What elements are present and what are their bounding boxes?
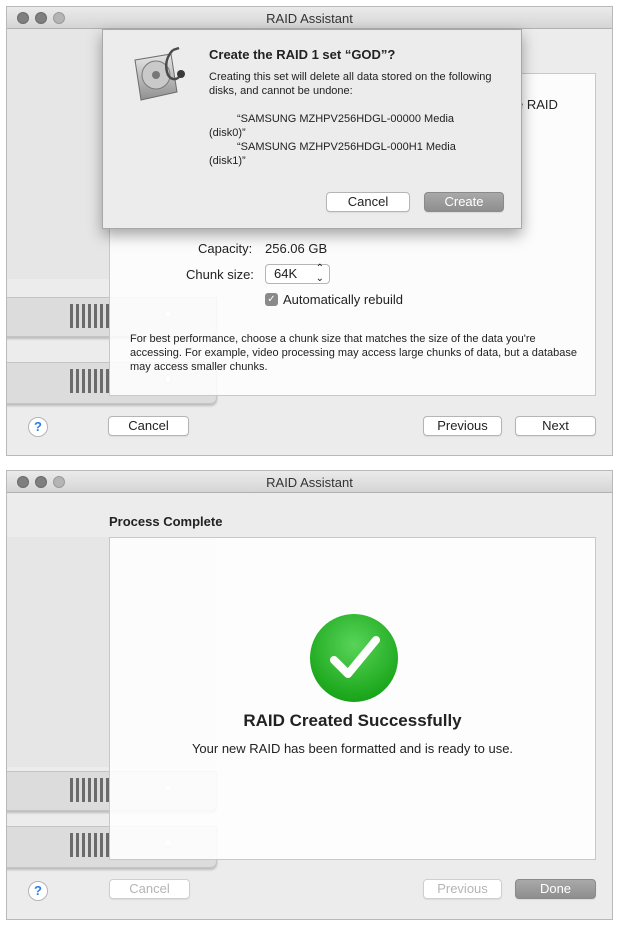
chevron-updown-icon: ⌃ ⌄	[315, 263, 324, 284]
create-button[interactable]: Create	[424, 192, 504, 212]
auto-rebuild-checkbox[interactable]: ✓	[265, 293, 278, 306]
help-button[interactable]: ?	[28, 417, 48, 437]
raid-assistant-window-2: RAID Assistant Process Complete RAID Cre…	[6, 470, 613, 920]
drive-vents	[70, 304, 112, 328]
result-panel: RAID Created Successfully Your new RAID …	[109, 537, 596, 860]
title-bar: RAID Assistant	[7, 7, 612, 29]
done-button[interactable]: Done	[515, 879, 596, 899]
cancel-button[interactable]: Cancel	[108, 416, 189, 436]
title-bar: RAID Assistant	[7, 471, 612, 493]
raid-assistant-window-1: RAID Assistant e RAID Capacity: 256.06 G…	[6, 6, 613, 456]
previous-button[interactable]: Previous	[423, 416, 502, 436]
disk-utility-icon	[134, 46, 185, 101]
disk0-name: “SAMSUNG MZHPV256HDGL-00000 Media	[237, 113, 455, 125]
sheet-message: Creating this set will delete all data s…	[209, 71, 492, 97]
chunk-size-label: Chunk size:	[186, 267, 254, 282]
chunk-size-value: 64K	[274, 266, 298, 281]
window-title: RAID Assistant	[266, 11, 353, 26]
drive-vents	[70, 778, 112, 802]
drive-vents	[70, 833, 112, 857]
drive-vents	[70, 369, 112, 393]
previous-button[interactable]: Previous	[423, 879, 502, 899]
create-raid-confirmation-sheet: Create the RAID 1 set “GOD”? Creating th…	[102, 29, 522, 229]
capacity-label: Capacity:	[198, 241, 253, 256]
sheet-cancel-button[interactable]: Cancel	[326, 192, 410, 212]
chunk-size-hint: For best performance, choose a chunk siz…	[130, 333, 577, 373]
capacity-value: 256.06 GB	[265, 241, 328, 256]
success-title: RAID Created Successfully	[243, 711, 462, 730]
cancel-button[interactable]: Cancel	[109, 879, 190, 899]
disk0-id: (disk0)”	[209, 127, 246, 139]
checkmark-icon	[310, 614, 398, 702]
disk1-id: (disk1)”	[209, 155, 246, 167]
success-message: Your new RAID has been formatted and is …	[191, 741, 514, 756]
sheet-heading: Create the RAID 1 set “GOD”?	[209, 47, 396, 62]
section-title: Process Complete	[109, 514, 223, 529]
help-button[interactable]: ?	[28, 881, 48, 901]
chunk-size-select[interactable]: 64K ⌃ ⌄	[265, 264, 330, 284]
checkbox-checked-icon: ✓	[267, 294, 276, 305]
partial-heading: e RAID	[516, 97, 558, 112]
window-title: RAID Assistant	[266, 475, 353, 490]
next-button[interactable]: Next	[515, 416, 596, 436]
auto-rebuild-label: Automatically rebuild	[283, 292, 403, 307]
disk1-name: “SAMSUNG MZHPV256HDGL-000H1 Media	[237, 141, 456, 153]
